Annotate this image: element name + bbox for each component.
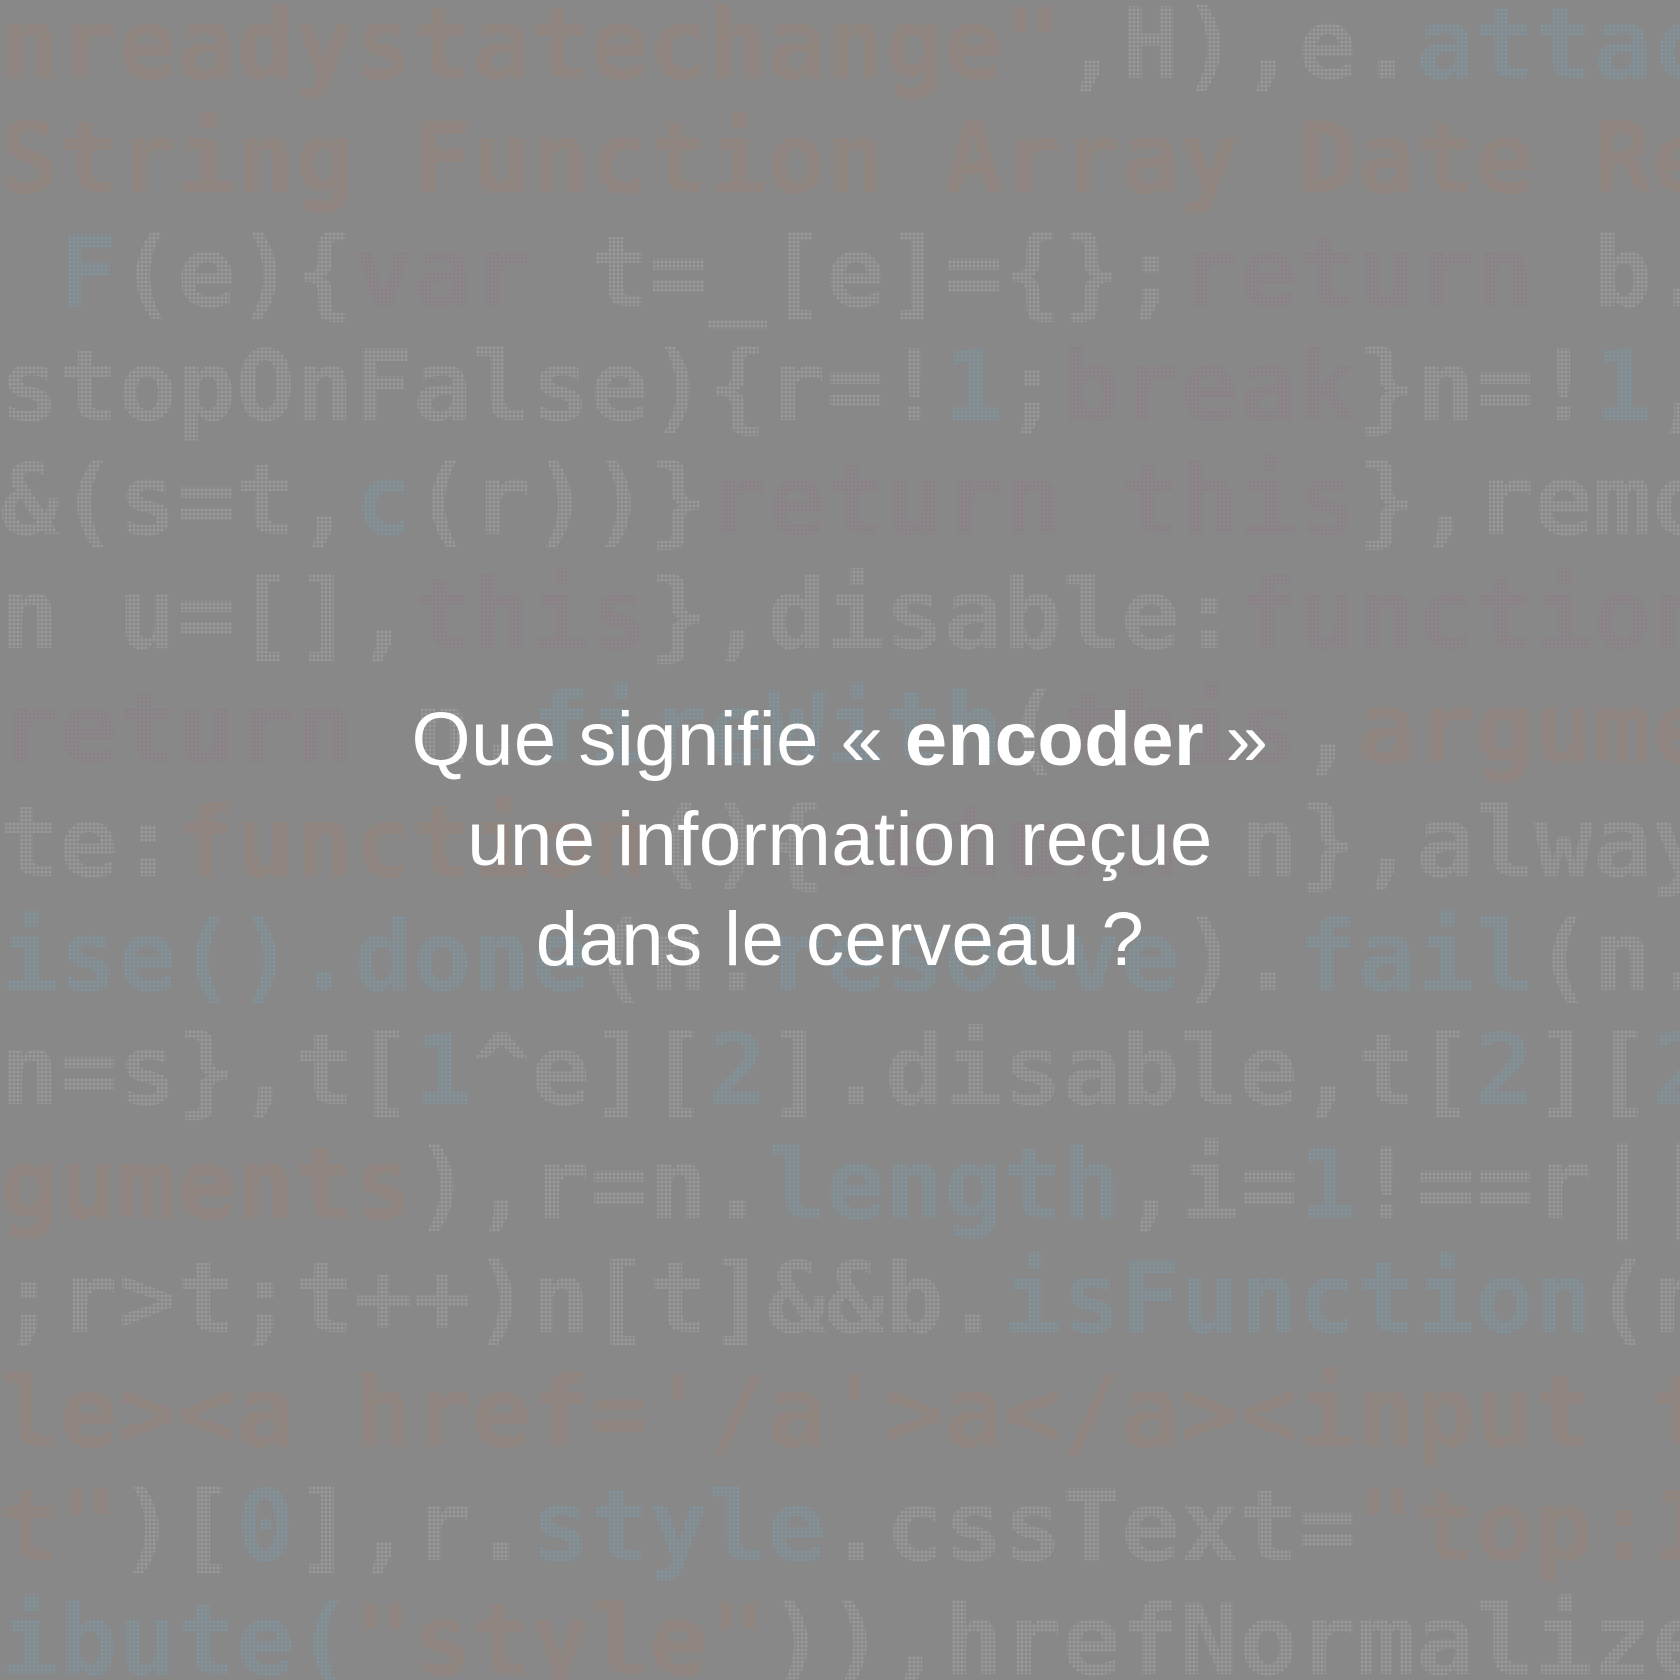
- question-line-2: une information reçue: [467, 797, 1213, 882]
- question-keyword: encoder: [904, 697, 1205, 782]
- question-line-3: dans le cerveau ?: [535, 897, 1145, 982]
- question-text: Que signifie « encoder » une information…: [0, 690, 1680, 990]
- question-line-1: Que signifie « encoder »: [0, 690, 1680, 790]
- poster-canvas: nreadystatechange",H),e.attachString Fun…: [0, 0, 1680, 1680]
- question-line-1-suffix: »: [1204, 697, 1269, 782]
- question-line-1-prefix: Que signifie «: [411, 697, 905, 782]
